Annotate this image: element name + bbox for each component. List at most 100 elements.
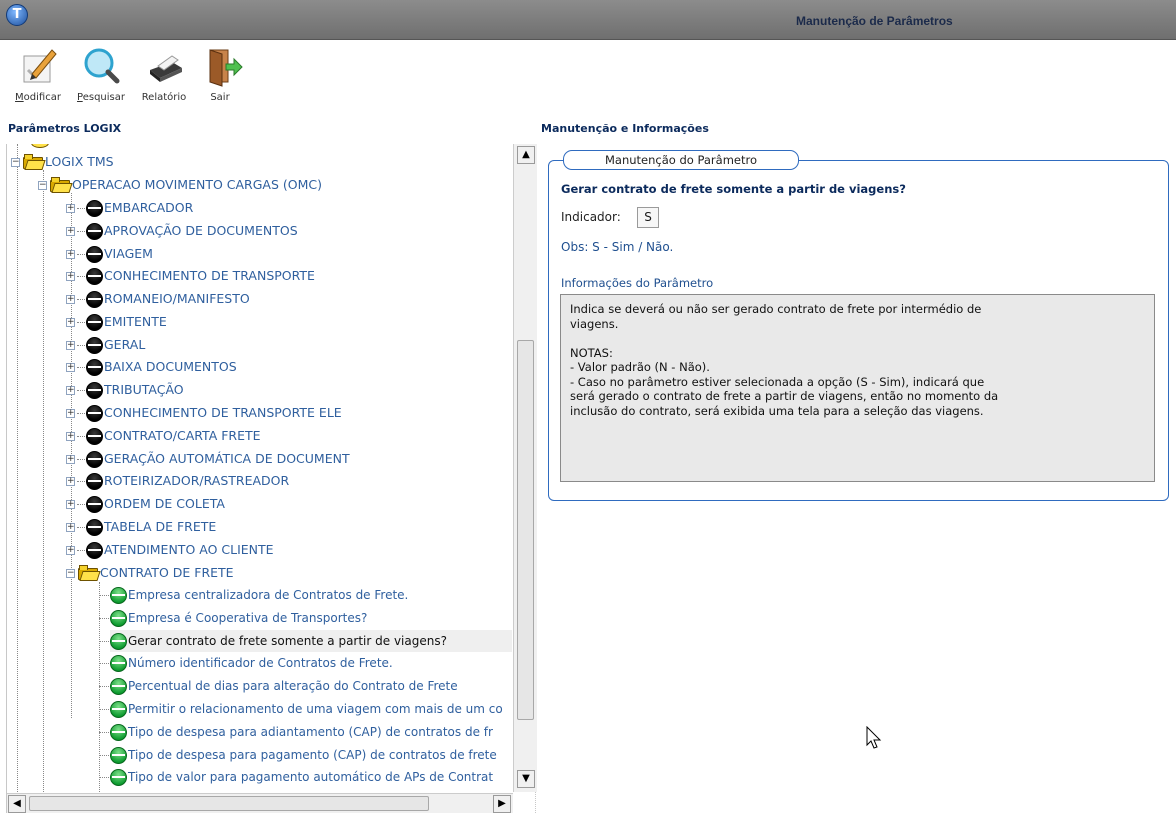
right-panel-title: Manutenção e Informações <box>541 122 709 135</box>
parameter-group-icon <box>86 245 103 263</box>
tree-node[interactable]: + CONHECIMENTO DE TRANSPORTE ELE <box>66 402 342 424</box>
parameter-group-icon <box>86 267 103 285</box>
tree-node[interactable]: + APROVAÇÃO DE DOCUMENTOS <box>66 220 298 242</box>
open-folder-icon <box>77 565 101 581</box>
tree-node-label: CONTRATO/CARTA FRETE <box>104 428 261 443</box>
tree-node-label: GERAL <box>104 337 146 352</box>
expand-icon[interactable]: + <box>66 476 75 486</box>
tree-node[interactable]: + ROMANEIO/MANIFESTO <box>66 288 250 310</box>
tree-leaf[interactable]: Tipo de despesa para adiantamento (CAP) … <box>110 721 493 743</box>
tree-node-label: TRIBUTAÇÃO <box>104 382 184 397</box>
parameter-icon <box>110 632 127 650</box>
expand-icon[interactable]: + <box>66 408 75 418</box>
tree-node-label: ROMANEIO/MANIFESTO <box>104 291 250 306</box>
open-folder-icon <box>22 154 46 170</box>
tree-leaf[interactable]: Permitir o relacionamento de uma viagem … <box>110 698 503 720</box>
scroll-left-icon[interactable]: ◀ <box>8 795 26 813</box>
tree-node-label: LOGIX TMS <box>45 154 114 169</box>
collapse-icon[interactable]: − <box>66 568 75 578</box>
expand-icon[interactable]: + <box>66 431 75 441</box>
parameter-icon <box>110 746 127 764</box>
expand-icon[interactable]: + <box>66 362 75 372</box>
expand-icon[interactable]: + <box>66 454 75 464</box>
info-title: Informações do Parâmetro <box>561 276 714 290</box>
tree-node[interactable]: + ORDEM DE COLETA <box>66 493 225 515</box>
open-folder-icon <box>49 177 73 193</box>
tree-node-label: CONHECIMENTO DE TRANSPORTE ELE <box>104 405 342 420</box>
tree-node-label: VIAGEM <box>104 246 153 261</box>
expand-icon[interactable]: + <box>66 203 75 213</box>
expand-icon[interactable]: + <box>66 545 75 555</box>
tree-leaf-label: Empresa é Cooperativa de Transportes? <box>128 611 368 625</box>
tree-node[interactable]: + ROTEIRIZADOR/RASTREADOR <box>66 470 289 492</box>
tree-node-group[interactable]: − OPERACAO MOVIMENTO CARGAS (OMC) <box>38 174 322 196</box>
tree-leaf-label: Tipo de valor para pagamento automático … <box>128 770 494 784</box>
sair-button[interactable]: Sair <box>200 44 243 103</box>
tree-leaf[interactable]: Tipo de valor para pagamento automático … <box>110 766 493 788</box>
scroll-right-icon[interactable]: ▶ <box>493 795 511 813</box>
tree-node[interactable]: + GERAÇÃO AUTOMÁTICA DE DOCUMENT <box>66 448 350 470</box>
tree-leaf-selected[interactable]: Gerar contrato de frete somente a partir… <box>110 630 512 652</box>
title-bar: T Manutenção de Parâmetros <box>0 0 1176 40</box>
tree-node-label: CONTRATO DE FRETE <box>100 565 234 580</box>
collapse-icon[interactable]: − <box>11 157 20 167</box>
parameter-group-icon <box>86 404 103 422</box>
parameter-group-icon <box>86 290 103 308</box>
horizontal-scroll-thumb[interactable] <box>29 796 429 811</box>
expand-icon[interactable]: + <box>66 499 75 509</box>
tree-node[interactable]: + VIAGEM <box>66 243 153 265</box>
tree-node[interactable]: + TRIBUTAÇÃO <box>66 379 184 401</box>
fieldset-legend: Manutenção do Parâmetro <box>563 150 799 170</box>
app-logo-icon: T <box>6 4 28 26</box>
collapse-icon[interactable]: − <box>38 180 47 190</box>
tree-vertical-scrollbar[interactable]: ▲ ▼ <box>513 144 537 792</box>
tree-leaf-label: Empresa centralizadora de Contratos de F… <box>128 588 409 602</box>
tree-leaf[interactable]: Empresa é Cooperativa de Transportes? <box>110 607 367 629</box>
tree-leaf[interactable]: Percentual de dias para alteração do Con… <box>110 675 458 697</box>
tree-node[interactable]: + BAIXA DOCUMENTOS <box>66 356 237 378</box>
tree-node-open[interactable]: − CONTRATO DE FRETE <box>66 562 234 584</box>
expand-icon[interactable]: + <box>66 317 75 327</box>
tree-leaf[interactable]: Tipo de despesa para pagamento (CAP) de … <box>110 744 497 766</box>
scroll-up-icon[interactable]: ▲ <box>517 146 535 164</box>
tree-node[interactable]: + ATENDIMENTO AO CLIENTE <box>66 539 274 561</box>
tree-node[interactable]: + TABELA DE FRETE <box>66 516 216 538</box>
parameter-group-icon <box>86 336 103 354</box>
parameter-group-icon <box>86 541 103 559</box>
tree-leaf[interactable]: Número identificador de Contratos de Fre… <box>110 652 393 674</box>
tree-node-label: APROVAÇÃO DE DOCUMENTOS <box>104 223 298 238</box>
pesquisar-button[interactable]: Pesquisar <box>70 44 132 103</box>
tree-node[interactable]: + GERAL <box>66 334 145 356</box>
parameter-group-icon <box>86 427 103 445</box>
modificar-button[interactable]: Modificar <box>8 44 68 103</box>
left-panel-title: Parâmetros LOGIX <box>8 122 122 135</box>
expand-icon[interactable]: + <box>66 226 75 236</box>
indicator-field[interactable]: S <box>637 207 659 228</box>
tree-node-label: ATENDIMENTO AO CLIENTE <box>104 542 274 557</box>
tree-node[interactable]: + EMITENTE <box>66 311 167 333</box>
info-textbox[interactable]: Indica se deverá ou não ser gerado contr… <box>560 294 1155 482</box>
expand-icon[interactable]: + <box>66 385 75 395</box>
tree-horizontal-scrollbar[interactable]: ◀ ▶ <box>7 793 513 813</box>
tree-node[interactable]: + CONHECIMENTO DE TRANSPORTE <box>66 265 315 287</box>
expand-icon[interactable]: + <box>66 522 75 532</box>
modificar-accesskey: M <box>15 92 24 103</box>
vertical-scroll-thumb[interactable] <box>517 340 534 720</box>
tree-leaf[interactable]: Empresa centralizadora de Contratos de F… <box>110 584 408 606</box>
expand-icon[interactable]: + <box>66 340 75 350</box>
indicator-label: Indicador: <box>561 210 621 224</box>
tree-leaf-label: Percentual de dias para alteração do Con… <box>128 679 458 693</box>
parameter-question: Gerar contrato de frete somente a partir… <box>561 182 906 196</box>
mouse-pointer-icon <box>866 725 882 753</box>
scroll-down-icon[interactable]: ▼ <box>517 770 535 788</box>
relatorio-button[interactable]: Relatório <box>138 44 190 103</box>
expand-icon[interactable]: + <box>66 249 75 259</box>
tree-node[interactable]: + CONTRATO/CARTA FRETE <box>66 425 261 447</box>
tree-node-label: ROTEIRIZADOR/RASTREADOR <box>104 473 290 488</box>
parameter-icon <box>110 700 127 718</box>
parameter-icon <box>110 654 127 672</box>
tree-node-root[interactable]: − LOGIX TMS <box>11 151 114 173</box>
expand-icon[interactable]: + <box>66 294 75 304</box>
tree-node[interactable]: + EMBARCADOR <box>66 197 193 219</box>
expand-icon[interactable]: + <box>66 271 75 281</box>
